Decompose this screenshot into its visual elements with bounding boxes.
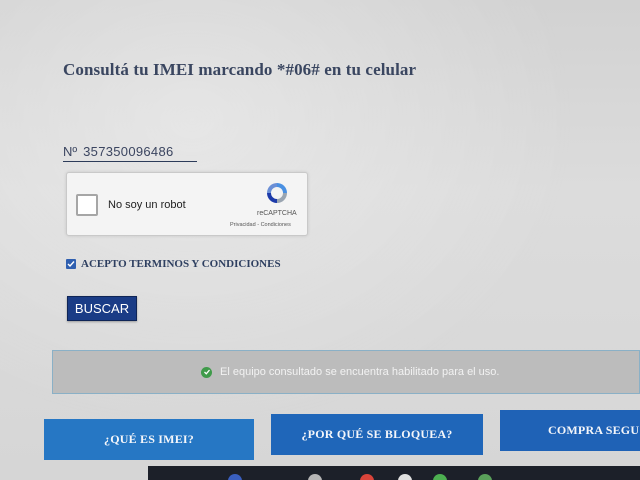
search-button[interactable]: BUSCAR [67,296,137,321]
nav-button-por-que-se-bloquea[interactable]: ¿POR QUÉ SE BLOQUEA? [271,414,483,455]
terms-checkbox[interactable] [66,259,76,269]
taskbar-app-icon[interactable] [478,474,492,480]
taskbar-app-icon[interactable] [228,474,242,480]
taskbar-app-icon[interactable] [433,474,447,480]
terms-row[interactable]: ACEPTO TERMINOS Y CONDICIONES [66,258,281,270]
recaptcha-checkbox[interactable] [76,194,98,216]
nav-button-compra-segura[interactable]: COMPRA SEGU [500,410,640,451]
imei-input[interactable]: Nº 357350096486 [63,142,197,162]
taskbar-app-icon[interactable] [398,474,412,480]
result-alert: El equipo consultado se encuentra habili… [52,350,640,394]
imei-prefix: Nº [63,144,78,159]
page-title: Consultá tu IMEI marcando *#06# en tu ce… [63,60,417,79]
imei-value: 357350096486 [83,144,174,159]
recaptcha-widget: No soy un robot reCAPTCHA Privacidad - C… [66,172,308,236]
taskbar-app-icon[interactable] [360,474,374,480]
recaptcha-links[interactable]: Privacidad - Condiciones [230,222,291,228]
result-message: El equipo consultado se encuentra habili… [220,366,500,378]
check-circle-icon [201,366,212,378]
recaptcha-label: No soy un robot [108,199,186,211]
nav-button-que-es-imei[interactable]: ¿QUÉ ES IMEI? [44,419,254,460]
recaptcha-logo-icon [267,183,287,203]
recaptcha-brand: reCAPTCHA [257,210,297,217]
checkmark-icon [67,261,75,268]
taskbar [148,466,640,480]
terms-label: ACEPTO TERMINOS Y CONDICIONES [81,258,281,270]
taskbar-app-icon[interactable] [308,474,322,480]
